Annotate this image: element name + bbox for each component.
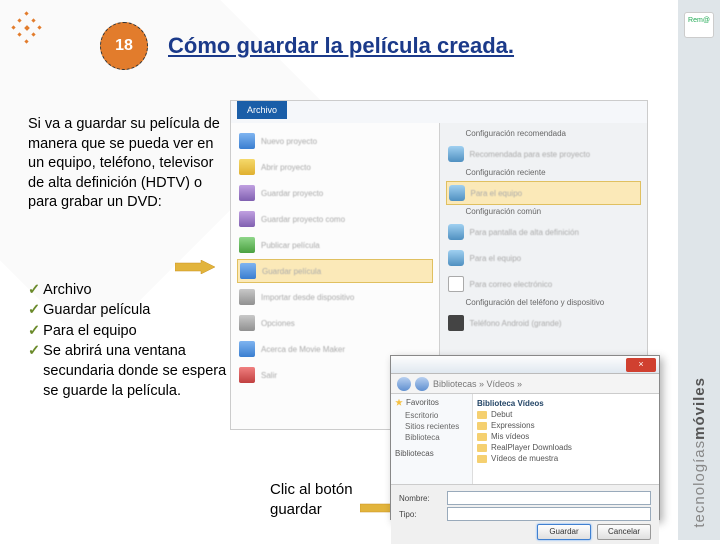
folder-item[interactable]: Vídeos de muestra: [477, 453, 655, 464]
mail-icon: [448, 276, 464, 292]
folder-icon: [477, 433, 487, 441]
dialog-sidebar: Favoritos Escritorio Sitios recientes Bi…: [391, 394, 473, 484]
check-icon: ✓: [28, 341, 40, 402]
folder-item[interactable]: Mis vídeos: [477, 431, 655, 442]
save-movie-icon: [240, 263, 256, 279]
check-icon: ✓: [28, 321, 40, 341]
folder-item[interactable]: Debut: [477, 409, 655, 420]
sidebar-head: Favoritos: [395, 398, 468, 407]
menu-item[interactable]: Abrir proyecto: [237, 155, 433, 179]
sidebar-head: Bibliotecas: [395, 449, 468, 458]
arrow-icon: [175, 260, 215, 274]
nav-fwd-icon[interactable]: [415, 377, 429, 391]
step-text: Se abrirá una ventana secundaria donde s…: [43, 341, 228, 402]
check-icon: ✓: [28, 300, 40, 320]
folder-icon: [239, 159, 255, 175]
saveas-icon: [239, 211, 255, 227]
check-icon: ✓: [28, 280, 40, 300]
folder-icon: [477, 411, 487, 419]
sidebar-item[interactable]: Biblioteca: [395, 432, 468, 443]
config-item[interactable]: Para el equipo: [446, 246, 642, 270]
menu-item[interactable]: Guardar proyecto como: [237, 207, 433, 231]
section-label: Configuración recomendada: [466, 129, 642, 138]
dialog-titlebar: ×: [391, 356, 659, 374]
exit-icon: [239, 367, 255, 383]
save-dialog: × Bibliotecas » Vídeos » Favoritos Escri…: [390, 355, 660, 520]
folder-icon: [477, 422, 487, 430]
step-text: Guardar película: [43, 300, 150, 320]
dialog-file-pane: Biblioteca Vídeos Debut Expressions Mis …: [473, 394, 659, 484]
menu-item[interactable]: Guardar proyecto: [237, 181, 433, 205]
menu-item[interactable]: Importar desde dispositivo: [237, 285, 433, 309]
import-icon: [239, 289, 255, 305]
star-icon: [395, 399, 403, 407]
section-label: Configuración común: [466, 207, 642, 216]
display-icon: [448, 250, 464, 266]
caption-text: Clic al botónguardar: [270, 480, 353, 519]
file-pane-heading: Biblioteca Vídeos: [477, 398, 655, 409]
phone-icon: [448, 315, 464, 331]
publish-icon: [239, 237, 255, 253]
config-item[interactable]: Para correo electrónico: [446, 272, 642, 296]
breadcrumb[interactable]: Bibliotecas » Vídeos »: [433, 379, 522, 389]
filetype-select[interactable]: [447, 507, 651, 521]
ribbon-tab-archivo[interactable]: Archivo: [237, 101, 287, 119]
config-item[interactable]: Teléfono Android (grande): [446, 311, 642, 335]
config-item[interactable]: Para pantalla de alta definición: [446, 220, 642, 244]
nav-back-icon[interactable]: [397, 377, 411, 391]
save-icon: [239, 185, 255, 201]
display-icon: [448, 146, 464, 162]
section-label: Configuración reciente: [466, 168, 642, 177]
rema-logo: Rem@: [684, 12, 714, 38]
config-item[interactable]: Recomendada para este proyecto: [446, 142, 642, 166]
config-item-para-equipo[interactable]: Para el equipo: [446, 181, 642, 205]
menu-item[interactable]: Opciones: [237, 311, 433, 335]
filename-input[interactable]: [447, 491, 651, 505]
name-label: Nombre:: [399, 494, 441, 503]
dialog-toolbar: Bibliotecas » Vídeos »: [391, 374, 659, 394]
folder-item[interactable]: RealPlayer Downloads: [477, 442, 655, 453]
folder-icon: [477, 444, 487, 452]
folder-item[interactable]: Expressions: [477, 420, 655, 431]
steps-list: ✓Archivo ✓Guardar película ✓Para el equi…: [28, 280, 228, 402]
step-text: Para el equipo: [43, 321, 137, 341]
save-button[interactable]: Guardar: [537, 524, 591, 540]
menu-item-guardar-pelicula[interactable]: Guardar película: [237, 259, 433, 283]
step-text: Archivo: [43, 280, 91, 300]
brand-text: tecnologíasmóviles: [691, 377, 708, 528]
slide-title: Cómo guardar la película creada.: [168, 33, 514, 59]
options-icon: [239, 315, 255, 331]
new-icon: [239, 133, 255, 149]
deco-dots: [12, 12, 42, 42]
menu-item[interactable]: Publicar película: [237, 233, 433, 257]
folder-icon: [477, 455, 487, 463]
brand-sidebar: Rem@ tecnologíasmóviles: [678, 0, 720, 540]
slide-number-badge: 18: [100, 22, 148, 70]
cancel-button[interactable]: Cancelar: [597, 524, 651, 540]
sidebar-item[interactable]: Sitios recientes: [395, 421, 468, 432]
section-label: Configuración del teléfono y dispositivo: [466, 298, 642, 307]
close-button[interactable]: ×: [626, 358, 656, 372]
menu-item[interactable]: Nuevo proyecto: [237, 129, 433, 153]
hdtv-icon: [448, 224, 464, 240]
about-icon: [239, 341, 255, 357]
type-label: Tipo:: [399, 510, 441, 519]
sidebar-item[interactable]: Escritorio: [395, 410, 468, 421]
intro-paragraph: Si va a guardar su película de manera qu…: [28, 115, 223, 213]
display-icon: [449, 185, 465, 201]
